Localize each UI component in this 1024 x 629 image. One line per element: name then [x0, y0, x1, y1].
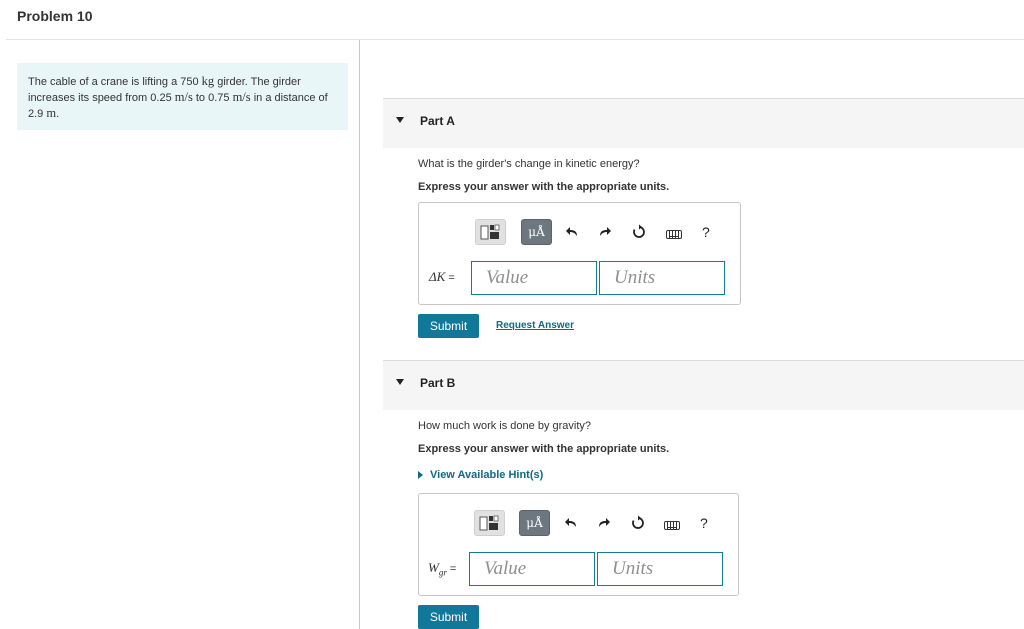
part-b-header[interactable]: Part B [383, 361, 1024, 410]
undo-icon[interactable] [564, 516, 578, 532]
variable-symbol: ΔK [429, 269, 446, 284]
part-a-units-input[interactable]: Units [599, 261, 725, 295]
templates-icon [479, 515, 499, 531]
help-icon[interactable]: ? [702, 225, 710, 239]
part-a-label: Part A [420, 114, 455, 128]
part-b-instruction: Express your answer with the appropriate… [418, 443, 670, 455]
undo-icon[interactable] [565, 225, 579, 241]
request-answer-link[interactable]: Request Answer [496, 320, 574, 331]
problem-statement: The cable of a crane is lifting a 750 kg… [17, 63, 348, 130]
units-mu-icon: μÅ [528, 225, 545, 239]
unit-m: m [46, 106, 57, 120]
unit-ms: m/s [174, 90, 193, 104]
keyboard-icon[interactable] [664, 521, 680, 530]
units-mu-icon: μÅ [526, 516, 543, 530]
reset-icon[interactable] [630, 515, 646, 533]
problem-text: to 0.75 [192, 92, 233, 104]
templates-button[interactable] [474, 510, 505, 536]
redo-icon[interactable] [597, 516, 611, 532]
units-mu-button[interactable]: μÅ [519, 510, 550, 536]
problem-text: The cable of a crane is lifting a 750 [28, 76, 202, 88]
page-title: Problem 10 [17, 8, 93, 24]
equals-sign: = [445, 272, 455, 284]
variable-subscript: gr [438, 567, 447, 578]
column-divider [359, 40, 360, 629]
help-icon[interactable]: ? [700, 516, 708, 530]
unit-kg: kg [201, 74, 215, 88]
redo-icon[interactable] [598, 225, 612, 241]
reset-icon[interactable] [631, 224, 647, 242]
part-a-variable: ΔK = [429, 269, 455, 285]
variable-symbol: W [428, 560, 439, 575]
templates-icon [480, 224, 500, 240]
templates-button[interactable] [475, 219, 506, 245]
part-b-variable: Wgr = [428, 560, 456, 578]
part-a-header[interactable]: Part A [383, 99, 1024, 148]
part-b-units-input[interactable]: Units [597, 552, 723, 586]
part-b-submit-button[interactable]: Submit [418, 605, 479, 629]
part-b-answer-box: μÅ ? Wgr = Value Units [418, 493, 739, 596]
collapse-triangle-icon[interactable] [396, 379, 404, 385]
units-mu-button[interactable]: μÅ [521, 219, 552, 245]
collapse-triangle-icon[interactable] [396, 117, 404, 123]
equals-sign: = [446, 563, 457, 575]
problem-text: . [56, 108, 60, 120]
part-a-question: What is the girder's change in kinetic e… [418, 158, 640, 170]
part-a-submit-button[interactable]: Submit [418, 314, 479, 338]
part-b-label: Part B [420, 376, 456, 390]
part-a-value-input[interactable]: Value [471, 261, 597, 295]
part-a-instruction: Express your answer with the appropriate… [418, 181, 670, 193]
part-b-value-input[interactable]: Value [469, 552, 595, 586]
expand-triangle-icon [418, 471, 423, 479]
keyboard-icon[interactable] [666, 230, 682, 239]
unit-ms: m/s [232, 90, 251, 104]
part-a-answer-box: μÅ ? ΔK = Value Units [418, 202, 741, 305]
view-hints-toggle[interactable]: View Available Hint(s) [418, 469, 543, 481]
view-hints-label: View Available Hint(s) [430, 469, 544, 481]
header-divider [6, 39, 1024, 40]
part-b-question: How much work is done by gravity? [418, 420, 592, 432]
